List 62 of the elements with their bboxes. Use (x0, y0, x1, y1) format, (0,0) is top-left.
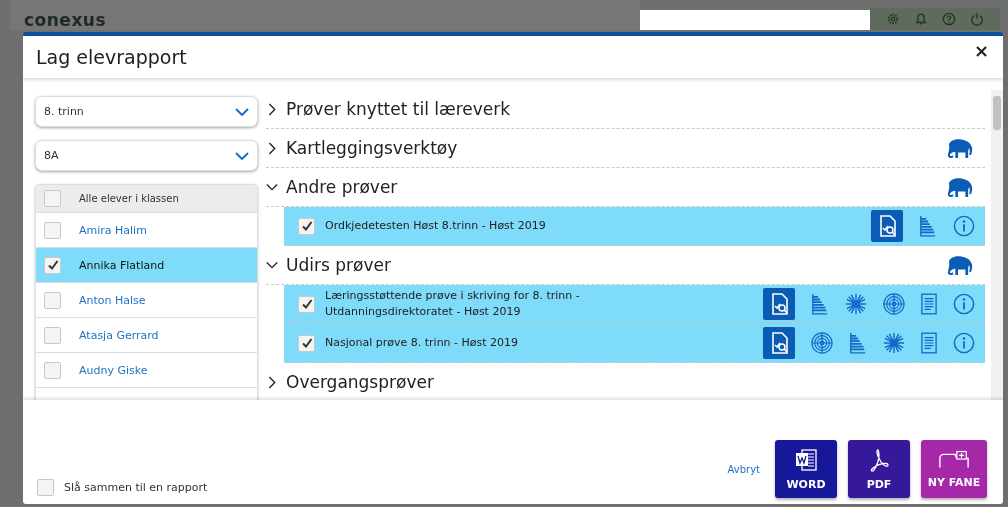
section-title[interactable]: Overgangsprøver (286, 372, 975, 392)
document-icon[interactable] (921, 293, 937, 315)
select-all-label: Alle elever i klassen (79, 193, 179, 204)
bar-chart-icon[interactable] (811, 293, 829, 315)
chevron-right-icon[interactable] (267, 102, 277, 116)
test-title: Ordkjedetesten Høst 8.trinn - Høst 2019 (325, 218, 547, 234)
chevron-down-icon[interactable] (266, 182, 278, 192)
cancel-link[interactable]: Avbryt (727, 463, 760, 475)
bar-chart-icon[interactable] (849, 332, 867, 354)
settings-icon[interactable] (886, 12, 900, 26)
help-icon[interactable] (942, 12, 956, 26)
chevron-down-icon (235, 151, 249, 160)
merge-label: Slå sammen til en rapport (64, 481, 208, 494)
test-title: Læringsstøttende prøve i skriving for 8. trinn - Utdanningsdirektoratet - Høst 2019 (325, 288, 581, 320)
checkbox[interactable] (298, 334, 315, 352)
new-tab-icon (938, 449, 970, 470)
bar-chart-icon[interactable] (919, 215, 937, 237)
section-title[interactable]: Prøver knyttet til læreverk (286, 99, 975, 119)
export-button[interactable]: WORD (775, 440, 837, 498)
export-button[interactable]: NY FANE (921, 440, 987, 498)
chevron-right-icon[interactable] (267, 141, 277, 155)
checkbox[interactable] (44, 221, 61, 239)
report-icon[interactable] (871, 210, 903, 242)
student-row[interactable]: Audny Giske (36, 353, 257, 388)
test-title: Nasjonal prøve 8. trinn - Høst 2019 (325, 335, 520, 351)
target-icon[interactable] (883, 293, 905, 315)
document-icon[interactable] (921, 332, 937, 354)
checkbox[interactable] (37, 479, 54, 496)
checkbox[interactable] (44, 361, 61, 379)
chevron-right-icon[interactable] (267, 375, 277, 389)
student-row[interactable]: Atasja Gerrard (36, 318, 257, 353)
target-icon[interactable] (811, 332, 833, 354)
section-title[interactable]: Udirs prøver (286, 255, 935, 275)
section-title[interactable]: Kartleggingsverktøy (286, 138, 935, 158)
student-row[interactable]: Annika Flatland (36, 248, 257, 283)
word-document-icon (794, 447, 818, 472)
checkbox[interactable] (298, 217, 315, 235)
chevron-down-icon (235, 107, 249, 116)
dropdown[interactable]: 8A (35, 140, 258, 171)
checkbox[interactable] (298, 295, 315, 313)
scrollbar[interactable] (991, 90, 1003, 400)
student-row[interactable]: Anton Halse (36, 283, 257, 318)
info-icon[interactable] (953, 215, 975, 237)
logo: conexus (24, 10, 107, 30)
report-icon[interactable] (763, 327, 795, 359)
starburst-icon[interactable] (845, 293, 867, 315)
power-icon[interactable] (970, 12, 984, 26)
close-button[interactable]: × (973, 40, 989, 61)
export-button[interactable]: PDF (848, 440, 910, 498)
checkbox[interactable] (44, 326, 61, 344)
report-icon[interactable] (763, 288, 795, 320)
checkbox[interactable] (44, 190, 61, 207)
checkbox[interactable] (44, 256, 61, 274)
starburst-icon[interactable] (883, 332, 905, 354)
bell-icon[interactable] (914, 12, 928, 26)
dialog-title: Lag elevrapport (36, 46, 187, 68)
info-icon[interactable] (953, 332, 975, 354)
section-title[interactable]: Andre prøver (286, 177, 935, 197)
info-icon[interactable] (953, 293, 975, 315)
dropdown[interactable]: 8. trinn (35, 96, 258, 127)
chevron-down-icon[interactable] (266, 260, 278, 270)
checkbox[interactable] (44, 291, 61, 309)
